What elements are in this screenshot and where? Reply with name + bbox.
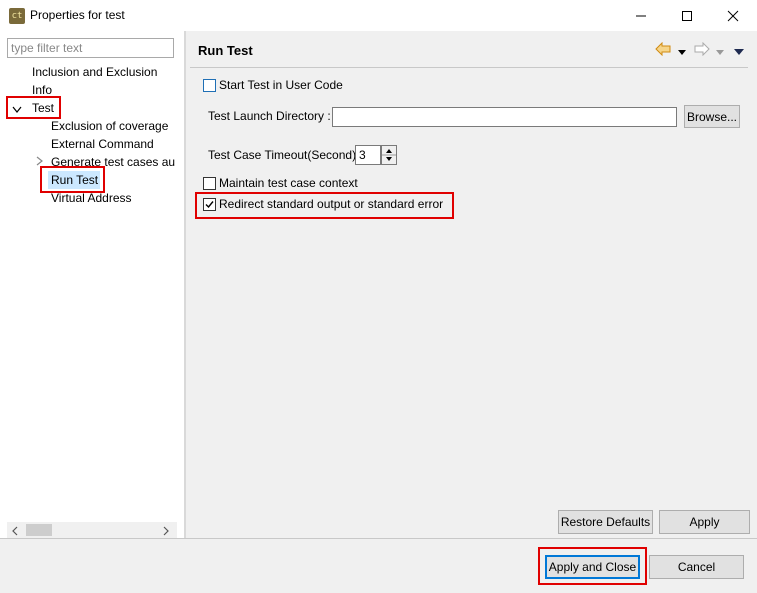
maintain-context-label: Maintain test case context (219, 176, 358, 190)
tree-item-label: Info (32, 83, 53, 97)
highlight-box-redirect (195, 192, 454, 219)
maintain-context-checkbox[interactable] (203, 177, 216, 190)
close-button[interactable] (710, 0, 756, 31)
scroll-right-icon[interactable] (162, 525, 170, 539)
restore-defaults-button[interactable]: Restore Defaults (558, 510, 653, 534)
forward-dropdown-icon[interactable] (716, 45, 724, 59)
tree-item-label: Virtual Address (51, 191, 132, 205)
highlight-box-apply-close (538, 547, 647, 585)
timeout-spinner[interactable] (381, 145, 397, 165)
maximize-button[interactable] (664, 0, 710, 31)
start-test-label: Start Test in User Code (219, 78, 343, 92)
tree-item-external-command[interactable]: External Command (51, 136, 154, 152)
apply-button[interactable]: Apply (659, 510, 750, 534)
window-title: Properties for test (30, 8, 125, 22)
tree-item-virtual-address[interactable]: Virtual Address (51, 190, 132, 206)
spin-up-icon (386, 149, 392, 153)
header-divider (190, 67, 748, 68)
view-menu-icon[interactable] (734, 45, 744, 59)
app-icon: ct (9, 8, 25, 24)
forward-arrow-icon[interactable] (694, 41, 710, 59)
timeout-label: Test Case Timeout(Second) (208, 148, 357, 162)
timeout-input[interactable]: 3 (355, 145, 381, 165)
back-arrow-icon[interactable] (655, 41, 671, 59)
tree-item-label: Exclusion of coverage (51, 119, 169, 133)
scroll-left-icon[interactable] (11, 525, 19, 539)
filter-input[interactable] (7, 38, 174, 58)
tree-item-label: External Command (51, 137, 154, 151)
page-title: Run Test (198, 43, 253, 58)
back-dropdown-icon[interactable] (678, 45, 686, 59)
maximize-icon (682, 10, 692, 21)
minimize-icon (636, 15, 646, 16)
minimize-button[interactable] (618, 0, 664, 31)
tree-item-inclusion[interactable]: Inclusion and Exclusion (32, 64, 157, 80)
highlight-box-test (6, 96, 61, 119)
launch-dir-input[interactable] (332, 107, 677, 127)
browse-button[interactable]: Browse... (684, 105, 740, 128)
tree-item-label: Inclusion and Exclusion (32, 65, 158, 79)
start-test-checkbox[interactable] (203, 79, 216, 92)
scrollbar-thumb[interactable] (26, 524, 52, 536)
spin-down-icon (386, 157, 392, 161)
highlight-box-run-test (40, 166, 105, 193)
cancel-button[interactable]: Cancel (649, 555, 744, 579)
tree-item-exclusion-coverage[interactable]: Exclusion of coverage (51, 118, 168, 134)
launch-dir-label: Test Launch Directory : (208, 109, 331, 123)
close-icon (727, 10, 739, 21)
